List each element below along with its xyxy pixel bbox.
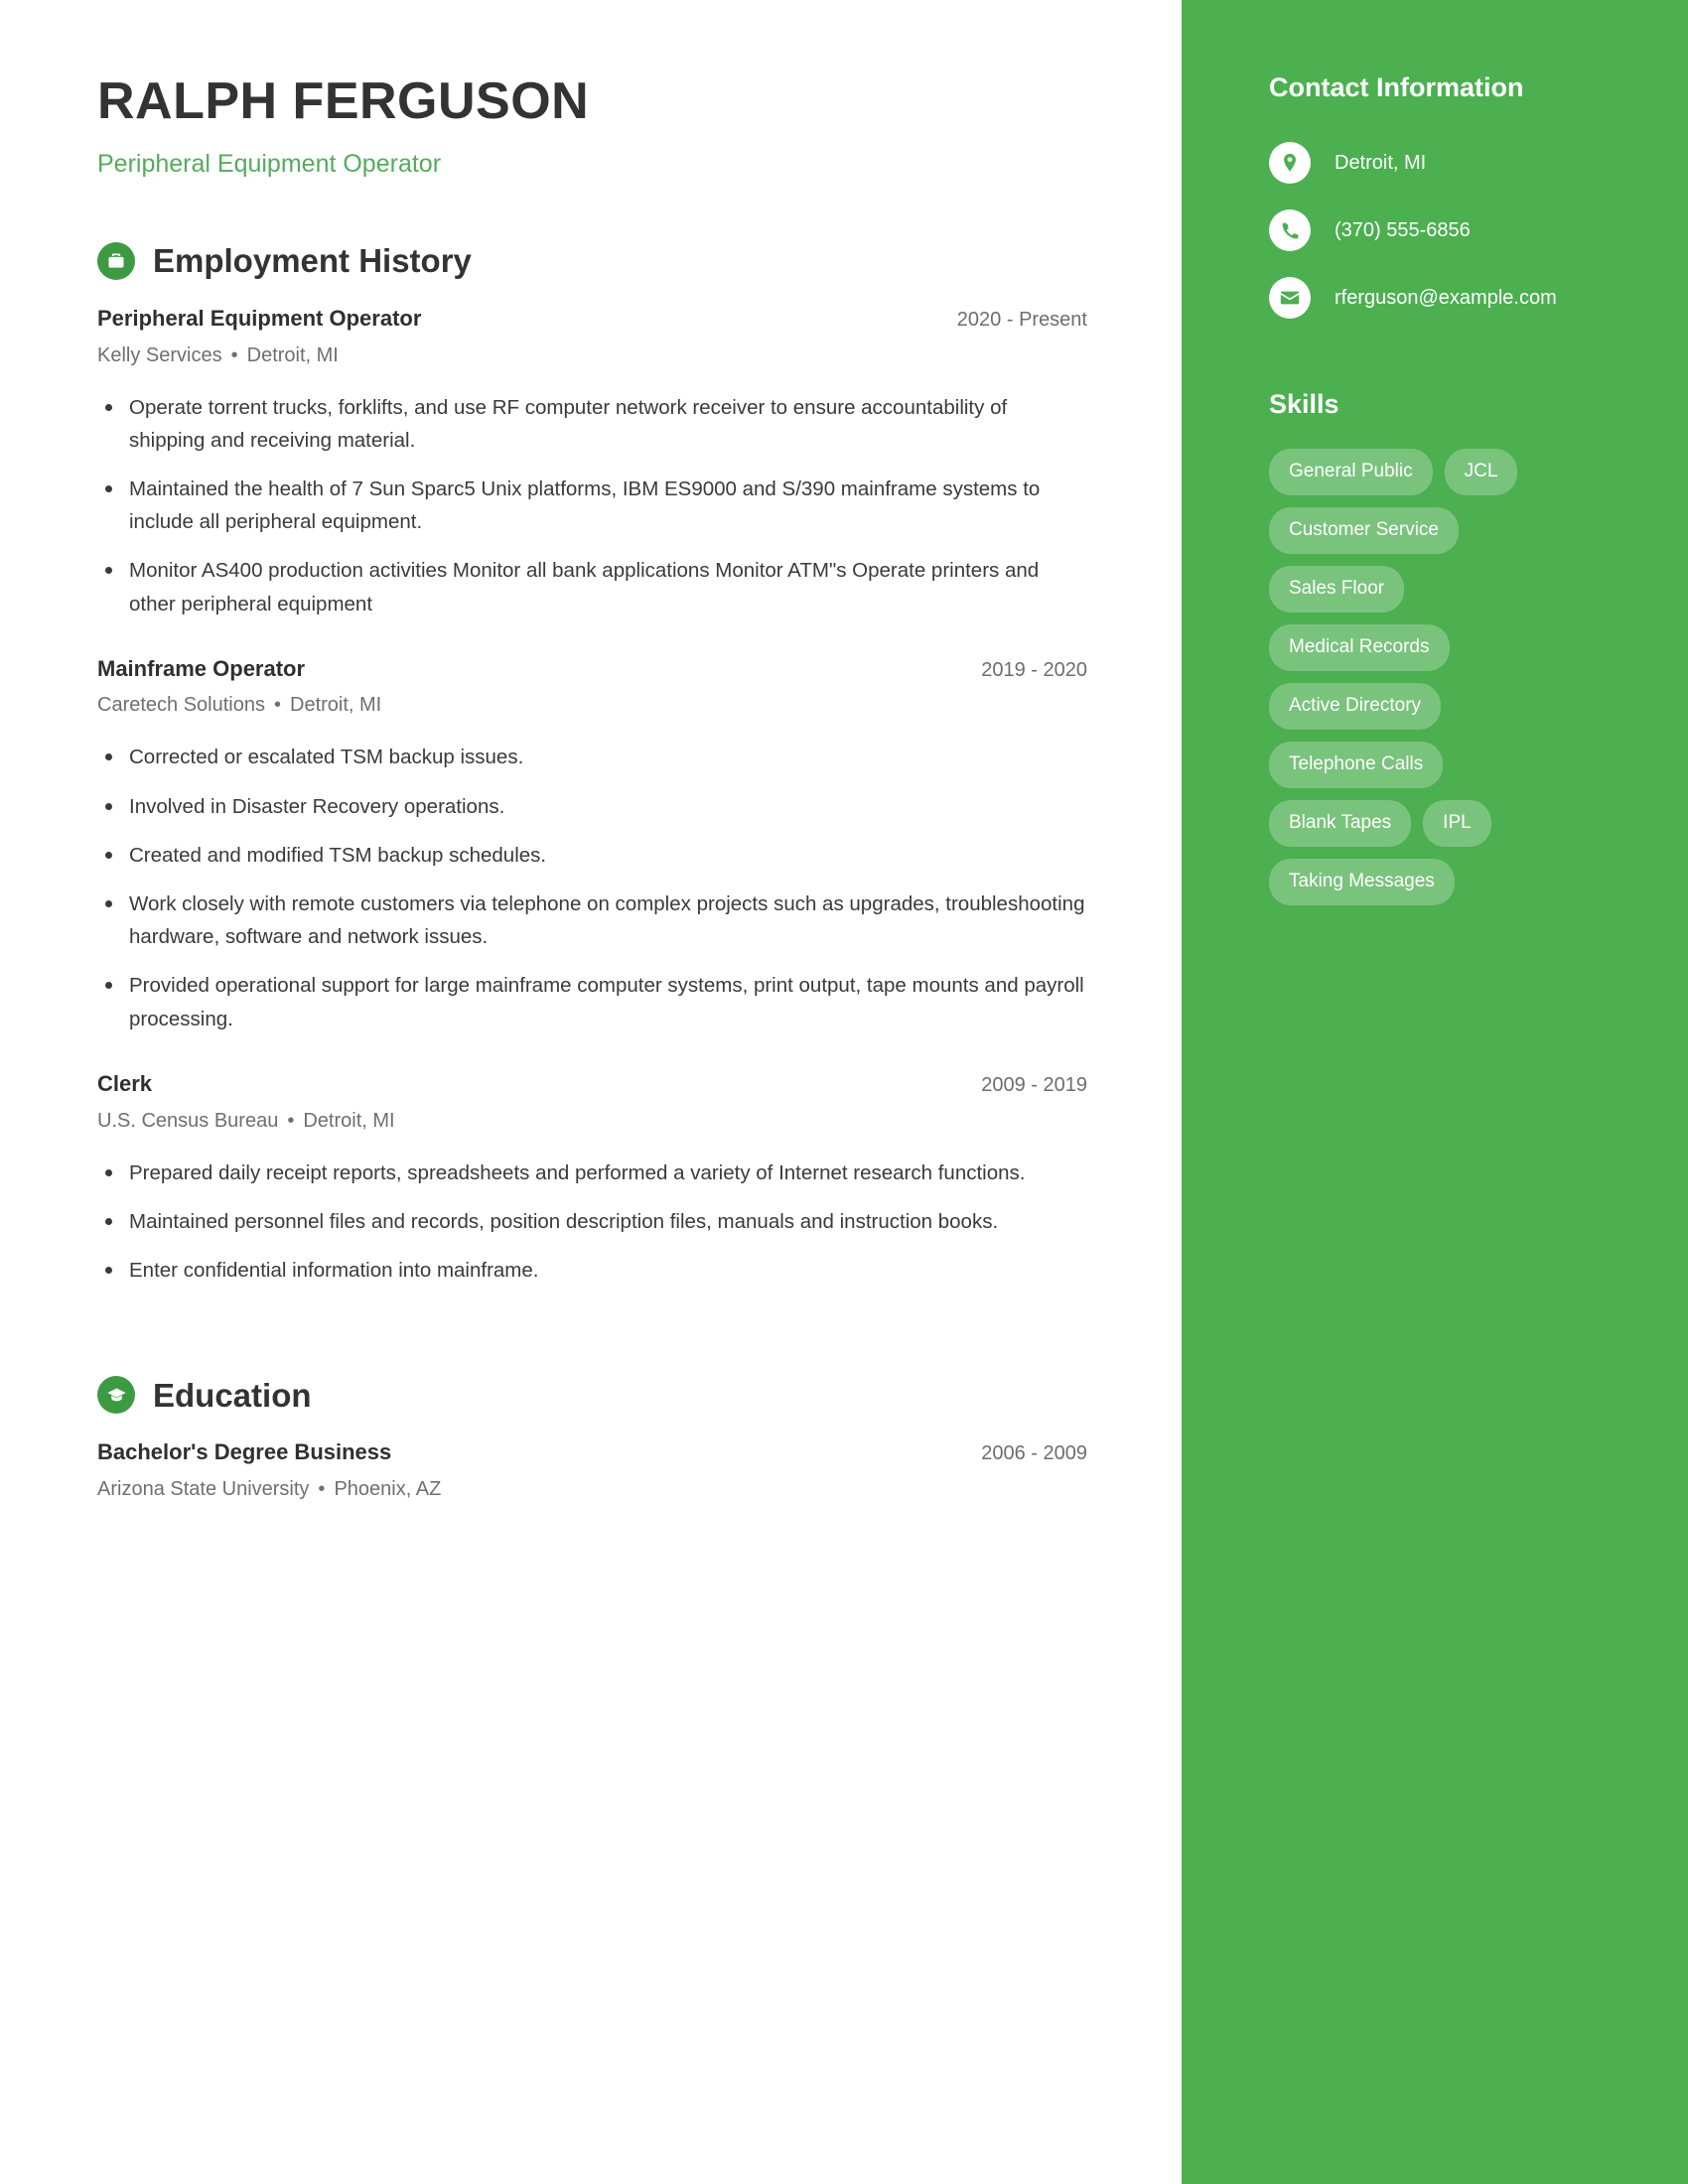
skills-heading: Skills <box>1269 389 1339 420</box>
sidebar: Contact Information Detroit, MI (370) 55… <box>1182 0 1688 2184</box>
skill-tag: Taking Messages <box>1269 858 1455 905</box>
list-item: Involved in Disaster Recovery operations… <box>97 790 1087 823</box>
location-pin-icon <box>1269 142 1311 185</box>
entry-header: Clerk 2009 - 2019 <box>97 1069 1087 1099</box>
list-item: Work closely with remote customers via t… <box>97 887 1087 953</box>
education-section-title: Education <box>153 1376 312 1414</box>
headline-job-title: Peripheral Equipment Operator <box>97 150 442 179</box>
entry-location: Phoenix, AZ <box>334 1477 442 1500</box>
contact-phone-value: (370) 555-6856 <box>1335 219 1471 242</box>
list-item: Operate torrent trucks, forklifts, and u… <box>97 391 1087 457</box>
skill-tag: Blank Tapes <box>1269 799 1412 847</box>
skill-tag: IPL <box>1423 799 1491 847</box>
briefcase-icon <box>97 241 135 280</box>
list-item: Created and modified TSM backup schedule… <box>97 839 1087 872</box>
education-section-header: Education <box>97 1376 1087 1415</box>
page-title: RALPH FERGUSON <box>97 72 590 130</box>
entry-header: Bachelor's Degree Business 2006 - 2009 <box>97 1437 1087 1467</box>
meta-separator: • <box>230 343 238 366</box>
entry-company: Kelly Services <box>97 343 222 366</box>
contact-location-value: Detroit, MI <box>1335 152 1427 175</box>
skill-tag: JCL <box>1444 448 1518 495</box>
entry-meta: Caretech Solutions • Detroit, MI <box>97 692 1087 719</box>
contact-item-phone: (370) 555-6856 <box>1269 208 1626 252</box>
entry-meta: Arizona State University • Phoenix, AZ <box>97 1476 1087 1503</box>
main-column: RALPH FERGUSON Peripheral Equipment Oper… <box>0 0 1182 2184</box>
skill-tag: General Public <box>1269 448 1433 495</box>
contact-email-value: rferguson@example.com <box>1335 287 1557 310</box>
entry-meta: Kelly Services • Detroit, MI <box>97 342 1087 369</box>
employment-entry: Clerk 2009 - 2019 U.S. Census Bureau • Det… <box>97 1069 1087 1287</box>
entry-role: Clerk <box>97 1070 153 1096</box>
contact-information-heading: Contact Information <box>1269 72 1524 102</box>
list-item: Monitor AS400 production activities Moni… <box>97 554 1087 619</box>
meta-separator: • <box>318 1477 326 1500</box>
entry-header: Mainframe Operator 2019 - 2020 <box>97 654 1087 684</box>
graduation-cap-icon <box>97 1376 135 1415</box>
entry-school: Arizona State University <box>97 1477 310 1500</box>
envelope-icon <box>1269 277 1311 320</box>
contact-list: Detroit, MI (370) 555-6856 rferguson@exa… <box>1269 141 1626 320</box>
skills-list: General Public JCL Customer Service Sale… <box>1269 448 1567 905</box>
entry-dates: 2020 - Present <box>956 308 1087 331</box>
list-item: Maintained the health of 7 Sun Sparc5 Un… <box>97 473 1087 538</box>
entry-dates: 2009 - 2019 <box>981 1073 1087 1096</box>
contact-item-email: rferguson@example.com <box>1269 276 1626 320</box>
phone-icon <box>1269 209 1311 252</box>
entry-company: Caretech Solutions <box>97 694 265 717</box>
entry-bullets: Corrected or escalated TSM backup issues… <box>97 741 1087 1034</box>
list-item: Provided operational support for large m… <box>97 969 1087 1034</box>
meta-separator: • <box>273 694 281 717</box>
entry-role: Mainframe Operator <box>97 655 306 681</box>
list-item: Prepared daily receipt reports, spreadsh… <box>97 1157 1087 1189</box>
employment-section-title: Employment History <box>153 242 472 280</box>
entry-dates: 2006 - 2009 <box>981 1442 1087 1465</box>
entry-degree: Bachelor's Degree Business <box>97 1439 392 1465</box>
education-entry: Bachelor's Degree Business 2006 - 2009 A… <box>97 1437 1087 1503</box>
entry-company: U.S. Census Bureau <box>97 1109 279 1132</box>
skill-tag: Telephone Calls <box>1269 741 1444 788</box>
entry-location: Detroit, MI <box>290 694 382 717</box>
entry-location: Detroit, MI <box>303 1109 395 1132</box>
entry-bullets: Operate torrent trucks, forklifts, and u… <box>97 391 1087 620</box>
entry-location: Detroit, MI <box>246 343 339 366</box>
entry-role: Peripheral Equipment Operator <box>97 305 422 331</box>
skill-tag: Customer Service <box>1269 506 1459 554</box>
list-item: Enter confidential information into main… <box>97 1254 1087 1287</box>
employment-entries: Peripheral Equipment Operator 2020 - Pre… <box>97 304 1087 1287</box>
employment-entry: Mainframe Operator 2019 - 2020 Caretech … <box>97 654 1087 1035</box>
meta-separator: • <box>287 1109 295 1132</box>
entry-dates: 2019 - 2020 <box>981 658 1087 681</box>
resume-page: RALPH FERGUSON Peripheral Equipment Oper… <box>0 0 1688 2184</box>
contact-item-location: Detroit, MI <box>1269 141 1626 185</box>
entry-header: Peripheral Equipment Operator 2020 - Pre… <box>97 304 1087 334</box>
entry-meta: U.S. Census Bureau • Detroit, MI <box>97 1108 1087 1135</box>
skill-tag: Active Directory <box>1269 682 1442 730</box>
list-item: Corrected or escalated TSM backup issues… <box>97 741 1087 773</box>
skill-tag: Medical Records <box>1269 623 1450 671</box>
list-item: Maintained personnel files and records, … <box>97 1205 1087 1238</box>
entry-bullets: Prepared daily receipt reports, spreadsh… <box>97 1157 1087 1288</box>
employment-section-header: Employment History <box>97 241 1087 280</box>
employment-entry: Peripheral Equipment Operator 2020 - Pre… <box>97 304 1087 620</box>
skill-tag: Sales Floor <box>1269 565 1405 613</box>
